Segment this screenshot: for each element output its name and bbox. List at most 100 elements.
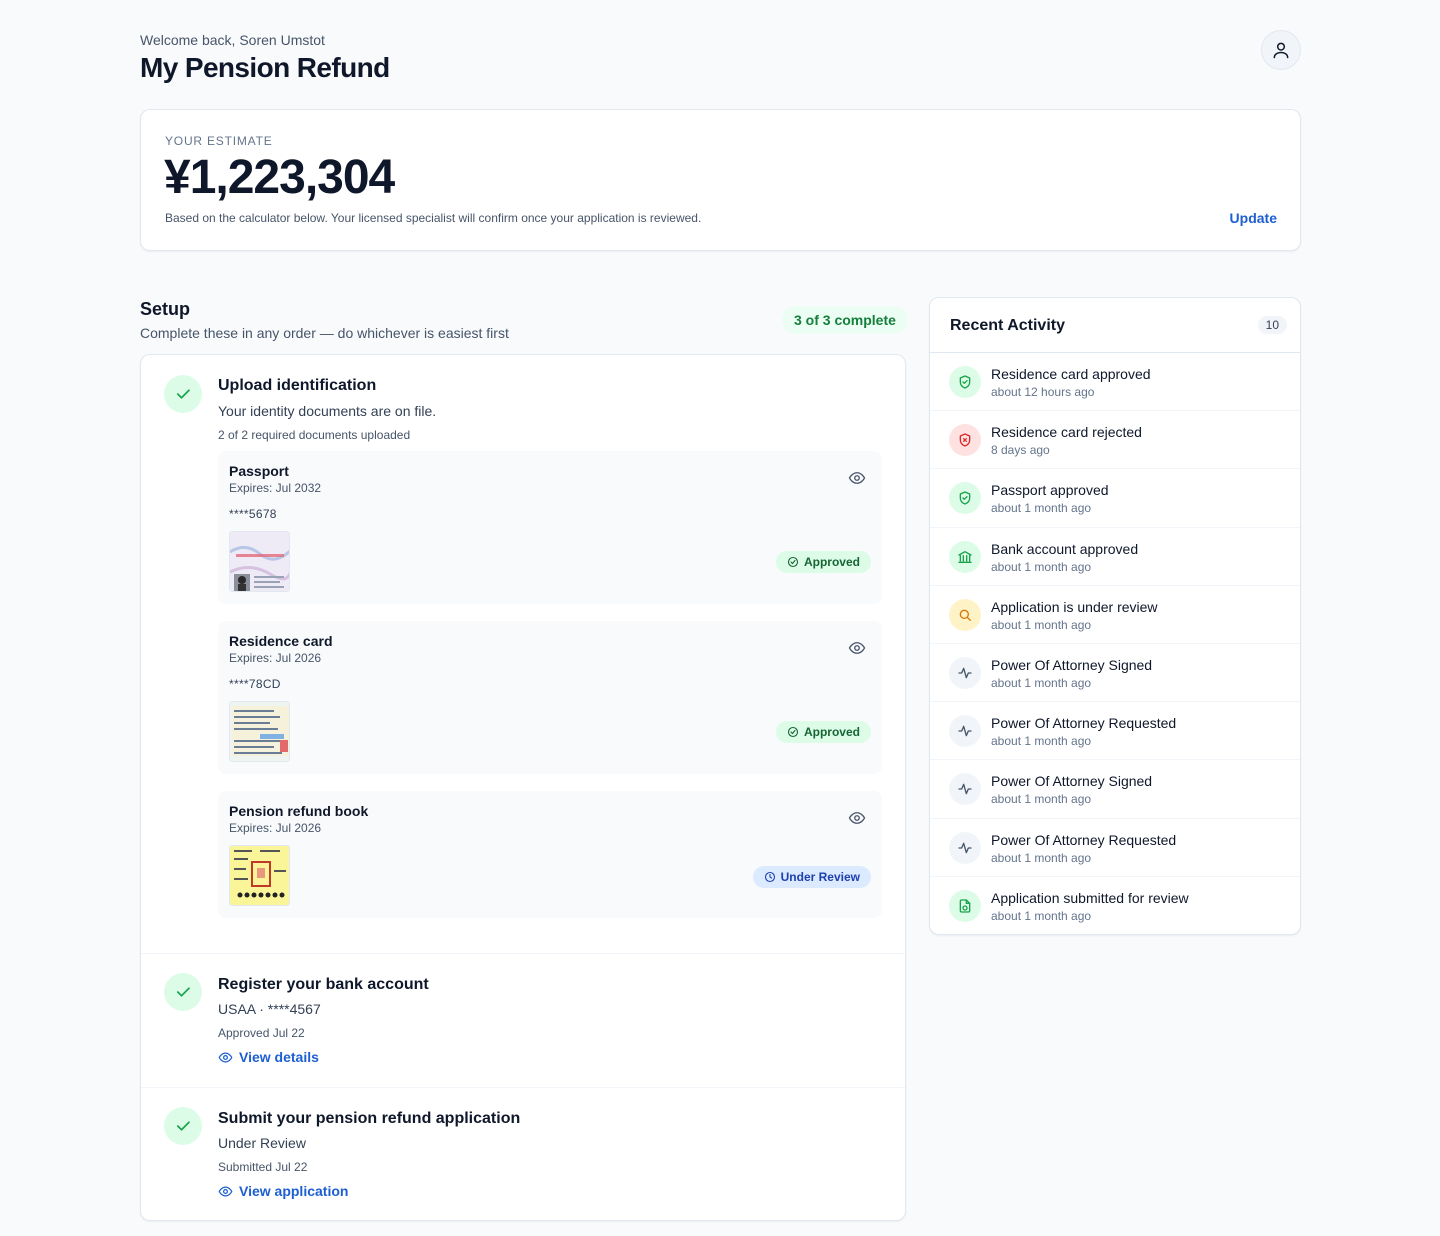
link-label: View application bbox=[239, 1183, 349, 1199]
activity-item: Residence card approved about 12 hours ag… bbox=[930, 353, 1300, 412]
step-meta: 2 of 2 required documents uploaded bbox=[218, 428, 411, 442]
page-header: Welcome back, Soren Umstot My Pension Re… bbox=[140, 0, 1301, 108]
activity-text: Power Of Attorney Signed bbox=[991, 656, 1153, 673]
clock-icon bbox=[764, 871, 776, 883]
page: Welcome back, Soren Umstot My Pension Re… bbox=[140, 0, 1301, 1221]
shield-x-icon bbox=[949, 424, 981, 457]
activity-count-badge: 10 bbox=[1257, 316, 1287, 334]
estimate-note: Based on the calculator below. Your lice… bbox=[165, 211, 702, 225]
status-badge-label: Approved bbox=[803, 725, 860, 739]
update-estimate-button[interactable]: Update bbox=[1230, 210, 1277, 226]
status-badge-under-review: Under Review bbox=[752, 866, 871, 888]
passport-thumbnail[interactable] bbox=[229, 531, 290, 592]
shield-check-icon bbox=[949, 366, 981, 398]
document-item-passport: Passport Expires: Jul 2032 ****5678 Appr… bbox=[218, 451, 882, 604]
step-complete-check bbox=[164, 1107, 202, 1145]
step-description: Your identity documents are on file. bbox=[218, 403, 437, 419]
document-name: Pension refund book bbox=[229, 803, 369, 819]
setup-card: Upload identification Your identity docu… bbox=[140, 354, 906, 1221]
activity-time: about 1 month ago bbox=[991, 792, 1092, 807]
view-document-eye-icon[interactable] bbox=[848, 809, 866, 827]
setup-complete-badge: 3 of 3 complete bbox=[782, 306, 908, 334]
user-avatar-button[interactable] bbox=[1261, 30, 1301, 70]
welcome-text: Welcome back, Soren Umstot bbox=[140, 32, 325, 48]
activity-text: Power Of Attorney Signed bbox=[991, 773, 1153, 790]
view-document-eye-icon[interactable] bbox=[848, 639, 866, 657]
step-title-upload-identification: Upload identification bbox=[218, 377, 377, 394]
activity-item: Application is under review about 1 month… bbox=[930, 586, 1300, 644]
view-document-eye-icon[interactable] bbox=[848, 469, 866, 487]
check-icon bbox=[174, 983, 192, 1001]
step-divider bbox=[141, 1087, 905, 1088]
check-circle-icon bbox=[787, 556, 799, 568]
activity-text: Application submitted for review bbox=[991, 889, 1189, 906]
file-check-icon bbox=[949, 889, 981, 922]
activity-text: Application is under review bbox=[991, 598, 1158, 615]
setup-subtitle: Complete these in any order — do whichev… bbox=[140, 325, 509, 341]
step-title-register-bank-account: Register your bank account bbox=[218, 976, 429, 993]
step-description: Under Review bbox=[218, 1135, 306, 1151]
activity-time: about 1 month ago bbox=[991, 850, 1092, 865]
page-title: My Pension Refund bbox=[140, 52, 390, 83]
document-name: Passport bbox=[229, 463, 289, 479]
activity-time: about 1 month ago bbox=[991, 559, 1092, 574]
step-divider bbox=[141, 953, 905, 954]
document-expiry: Expires: Jul 2026 bbox=[229, 821, 322, 835]
document-expiry: Expires: Jul 2032 bbox=[229, 481, 322, 495]
step-complete-check bbox=[164, 973, 202, 1011]
activity-time: about 1 month ago bbox=[991, 501, 1092, 516]
step-title-submit-application: Submit your pension refund application bbox=[218, 1110, 521, 1127]
pension-book-thumbnail[interactable] bbox=[229, 845, 290, 906]
recent-activity-panel: Recent Activity 10 Residence card approv… bbox=[929, 297, 1301, 935]
activity-item: Passport approved about 1 month ago bbox=[930, 469, 1300, 528]
activity-item: Power Of Attorney Signed about 1 month ag… bbox=[930, 644, 1300, 703]
activity-icon bbox=[949, 773, 981, 806]
shield-check-icon bbox=[949, 482, 981, 515]
activity-time: about 1 month ago bbox=[991, 908, 1092, 923]
activity-text: Power Of Attorney Requested bbox=[991, 831, 1177, 848]
activity-item: Residence card rejected 8 days ago bbox=[930, 411, 1300, 470]
activity-header: Recent Activity 10 bbox=[930, 298, 1300, 353]
check-icon bbox=[174, 1117, 192, 1135]
document-number: ****78CD bbox=[229, 677, 281, 691]
activity-list: Residence card approved about 12 hours ag… bbox=[930, 353, 1300, 935]
activity-time: about 1 month ago bbox=[991, 734, 1092, 749]
document-number: ****5678 bbox=[229, 507, 277, 521]
activity-item: Application submitted for review about 1 … bbox=[930, 877, 1300, 935]
step-description: USAA · ****4567 bbox=[218, 1001, 321, 1017]
document-expiry: Expires: Jul 2026 bbox=[229, 651, 322, 665]
activity-time: 8 days ago bbox=[991, 443, 1050, 458]
link-label: View details bbox=[239, 1049, 319, 1065]
activity-item: Power Of Attorney Signed about 1 month ag… bbox=[930, 760, 1300, 819]
activity-time: about 1 month ago bbox=[991, 675, 1092, 690]
activity-text: Passport approved bbox=[991, 482, 1109, 499]
status-badge-approved: Approved bbox=[775, 551, 871, 573]
estimate-amount: ¥1,223,304 bbox=[164, 151, 395, 204]
activity-item: Power Of Attorney Requested about 1 month… bbox=[930, 702, 1300, 761]
user-icon bbox=[1271, 40, 1291, 60]
residence-card-thumbnail[interactable] bbox=[229, 701, 290, 762]
step-complete-check bbox=[164, 375, 202, 413]
view-application-link[interactable]: View application bbox=[218, 1183, 348, 1199]
check-circle-icon bbox=[787, 726, 799, 738]
step-meta: Submitted Jul 22 bbox=[218, 1160, 308, 1174]
estimate-card: YOUR ESTIMATE ¥1,223,304 Based on the ca… bbox=[140, 109, 1301, 251]
activity-icon bbox=[949, 715, 981, 748]
check-icon bbox=[174, 385, 192, 403]
activity-text: Bank account approved bbox=[991, 540, 1139, 557]
activity-item: Power Of Attorney Requested about 1 month… bbox=[930, 819, 1300, 877]
activity-item: Bank account approved about 1 month ago bbox=[930, 528, 1300, 586]
activity-text: Residence card approved bbox=[991, 366, 1151, 382]
eye-icon bbox=[218, 1184, 233, 1199]
estimate-label: YOUR ESTIMATE bbox=[165, 134, 273, 148]
status-badge-label: Under Review bbox=[780, 870, 860, 884]
activity-title: Recent Activity bbox=[950, 317, 1065, 334]
view-details-link[interactable]: View details bbox=[218, 1049, 319, 1065]
step-meta: Approved Jul 22 bbox=[218, 1026, 305, 1040]
activity-icon bbox=[949, 656, 981, 689]
activity-icon bbox=[949, 831, 981, 864]
activity-time: about 1 month ago bbox=[991, 617, 1092, 632]
activity-text: Residence card rejected bbox=[991, 424, 1142, 441]
activity-text: Power Of Attorney Requested bbox=[991, 715, 1177, 732]
document-name: Residence card bbox=[229, 633, 333, 649]
